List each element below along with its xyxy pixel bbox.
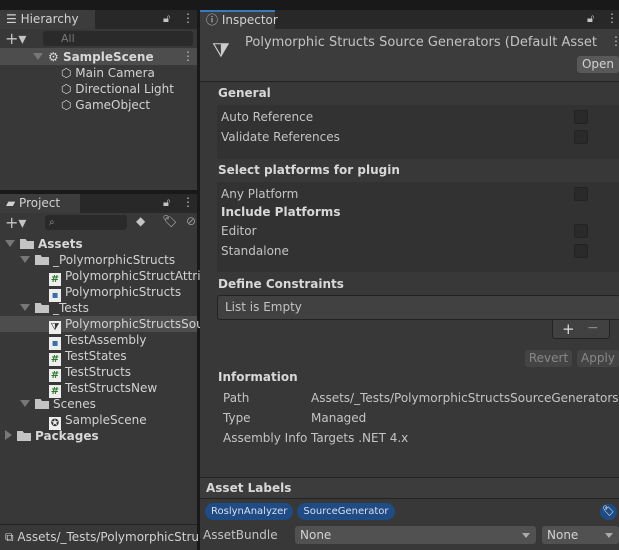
hierarchy-search-input[interactable]: All xyxy=(43,31,193,46)
any-platform-label: Any Platform xyxy=(221,187,299,201)
collapse-arrow-icon[interactable] xyxy=(20,256,30,263)
list-icon: ☰ xyxy=(6,12,21,26)
collapse-arrow-icon[interactable] xyxy=(20,304,30,311)
project-item[interactable]: # TestStructs xyxy=(49,364,131,382)
path-label: Path xyxy=(223,391,250,405)
info-icon: ⓘ xyxy=(206,13,222,27)
editor-checkbox[interactable] xyxy=(574,224,588,238)
label-pill[interactable]: SourceGenerator xyxy=(297,503,395,520)
collapse-arrow-icon[interactable] xyxy=(20,400,30,407)
filter-type-icon[interactable]: ◆ xyxy=(136,214,145,228)
more-icon[interactable]: ⋮ xyxy=(182,11,194,25)
label-tag-icon[interactable]: 🏷︎ xyxy=(600,504,617,520)
apply-button[interactable]: Apply xyxy=(577,350,619,367)
revert-button[interactable]: Revert xyxy=(525,350,572,367)
folder-open-icon xyxy=(35,399,49,409)
project-item[interactable]: Packages xyxy=(5,428,99,444)
remove-constraint-button[interactable]: − xyxy=(587,320,599,336)
assembly-info-value: Targets .NET 4.x xyxy=(311,431,409,445)
assembly-info-label: Assembly Info xyxy=(223,431,308,445)
project-item[interactable]: # PolymorphicStructAttrib xyxy=(49,268,208,286)
folder-open-icon xyxy=(35,255,49,265)
section-define-constraints: Define Constraints xyxy=(218,277,344,291)
hidden-icon[interactable]: ⊘ xyxy=(186,214,196,228)
expand-arrow-icon[interactable] xyxy=(5,430,12,440)
gameobject-icon: ⬡ xyxy=(61,82,76,96)
section-general: General xyxy=(218,86,271,100)
plugin-icon: ⧩ xyxy=(212,38,230,62)
tab-hierarchy[interactable]: ☰ Hierarchy xyxy=(0,10,95,29)
editor-label: Editor xyxy=(221,224,257,238)
more-icon[interactable]: ⋮ xyxy=(606,11,618,25)
hierarchy-item[interactable]: ⬡ Main Camera xyxy=(61,65,155,81)
project-search-input[interactable]: ⌕ xyxy=(45,215,127,230)
any-platform-checkbox[interactable] xyxy=(574,187,588,201)
standalone-label: Standalone xyxy=(221,244,289,258)
validate-references-checkbox[interactable] xyxy=(574,130,588,144)
project-item[interactable]: Assets xyxy=(5,236,83,252)
standalone-checkbox[interactable] xyxy=(574,244,588,258)
hierarchy-item[interactable]: ⬡ Directional Light xyxy=(61,81,174,97)
status-path: ⧉ Assets/_Tests/PolymorphicStru xyxy=(5,530,199,544)
project-item[interactable]: # TestStates xyxy=(49,348,127,366)
asset-labels-title: Asset Labels xyxy=(206,481,292,495)
auto-reference-label: Auto Reference xyxy=(221,110,314,124)
hierarchy-item[interactable]: ⬡ GameObject xyxy=(61,97,150,113)
inspector-panel: ⓘ Inspector 🔓︎ ⋮ ⧩ Polymorphic Structs S… xyxy=(200,10,619,550)
project-item[interactable]: # TestStructsNew xyxy=(49,380,157,398)
scene-more-icon[interactable]: ⋮ xyxy=(182,49,194,63)
folder-icon: ▰ xyxy=(6,196,20,210)
lock-icon[interactable]: 🔓︎ xyxy=(163,12,170,26)
labels-row: RoslynAnalyzer SourceGenerator xyxy=(205,503,399,520)
assetbundle-dropdown[interactable]: None xyxy=(295,526,536,544)
section-information: Information xyxy=(218,370,298,384)
type-label: Type xyxy=(223,411,251,425)
asset-title: Polymorphic Structs Source Generators (D… xyxy=(245,35,598,50)
project-item[interactable]: ▪ TestAssembly xyxy=(49,332,146,350)
collapse-arrow-icon[interactable] xyxy=(5,240,15,247)
scene-item[interactable]: ⚙ SampleScene xyxy=(33,49,154,65)
list-footer xyxy=(552,320,610,339)
list-empty-text: List is Empty xyxy=(225,300,302,314)
divider xyxy=(0,524,197,525)
project-item[interactable]: _PolymorphicStructs xyxy=(20,252,175,268)
add-button[interactable]: +▾ xyxy=(5,213,26,232)
add-constraint-button[interactable]: + xyxy=(562,320,575,338)
open-button[interactable]: Open xyxy=(577,56,619,73)
project-item[interactable]: _Tests xyxy=(20,300,89,316)
gameobject-icon: ⬡ xyxy=(61,98,76,112)
gameobject-icon: ⬡ xyxy=(61,66,76,80)
assetbundle-variant-dropdown[interactable]: None xyxy=(542,526,619,544)
plugin-icon: ⧉ xyxy=(5,530,18,544)
include-platforms-label: Include Platforms xyxy=(221,205,341,219)
hierarchy-panel: ☰ Hierarchy 🔓︎ ⋮ +▾ All ⚙ SampleScene ⋮ … xyxy=(0,10,197,190)
folder-open-icon xyxy=(20,239,34,249)
filter-label-icon[interactable]: 🏷︎ xyxy=(162,214,177,228)
label-pill[interactable]: RoslynAnalyzer xyxy=(205,503,294,520)
type-value: Managed xyxy=(311,411,367,425)
project-item[interactable]: Scenes xyxy=(20,396,96,412)
lock-icon[interactable]: 🔓︎ xyxy=(587,12,594,26)
add-button[interactable]: +▾ xyxy=(5,29,26,48)
section-platforms: Select platforms for plugin xyxy=(218,163,400,177)
lock-icon[interactable]: 🔓︎ xyxy=(163,196,170,210)
project-item[interactable]: ✪ SampleScene xyxy=(49,412,147,430)
folder-open-icon xyxy=(35,303,49,313)
auto-reference-checkbox[interactable] xyxy=(574,110,588,124)
tab-project[interactable]: ▰ Project xyxy=(0,194,80,213)
assetbundle-label: AssetBundle xyxy=(203,528,278,542)
project-item[interactable]: ⧩ PolymorphicStructsSour xyxy=(49,316,209,334)
project-item[interactable]: ▪ PolymorphicStructs xyxy=(49,284,181,302)
folder-closed-icon xyxy=(17,431,31,441)
unity-scene-icon: ⚙ xyxy=(48,50,63,64)
tab-inspector[interactable]: ⓘ Inspector xyxy=(200,10,278,29)
validate-references-label: Validate References xyxy=(221,130,340,144)
header-more-icon[interactable]: ⋮ xyxy=(610,34,619,48)
path-value: Assets/_Tests/PolymorphicStructsSourceGe… xyxy=(311,391,619,405)
project-panel: ▰ Project 🔓︎ ⋮ +▾ ⌕ ◆ 🏷︎ ⊘ Assets _Polymo… xyxy=(0,194,209,550)
more-icon[interactable]: ⋮ xyxy=(182,195,194,209)
